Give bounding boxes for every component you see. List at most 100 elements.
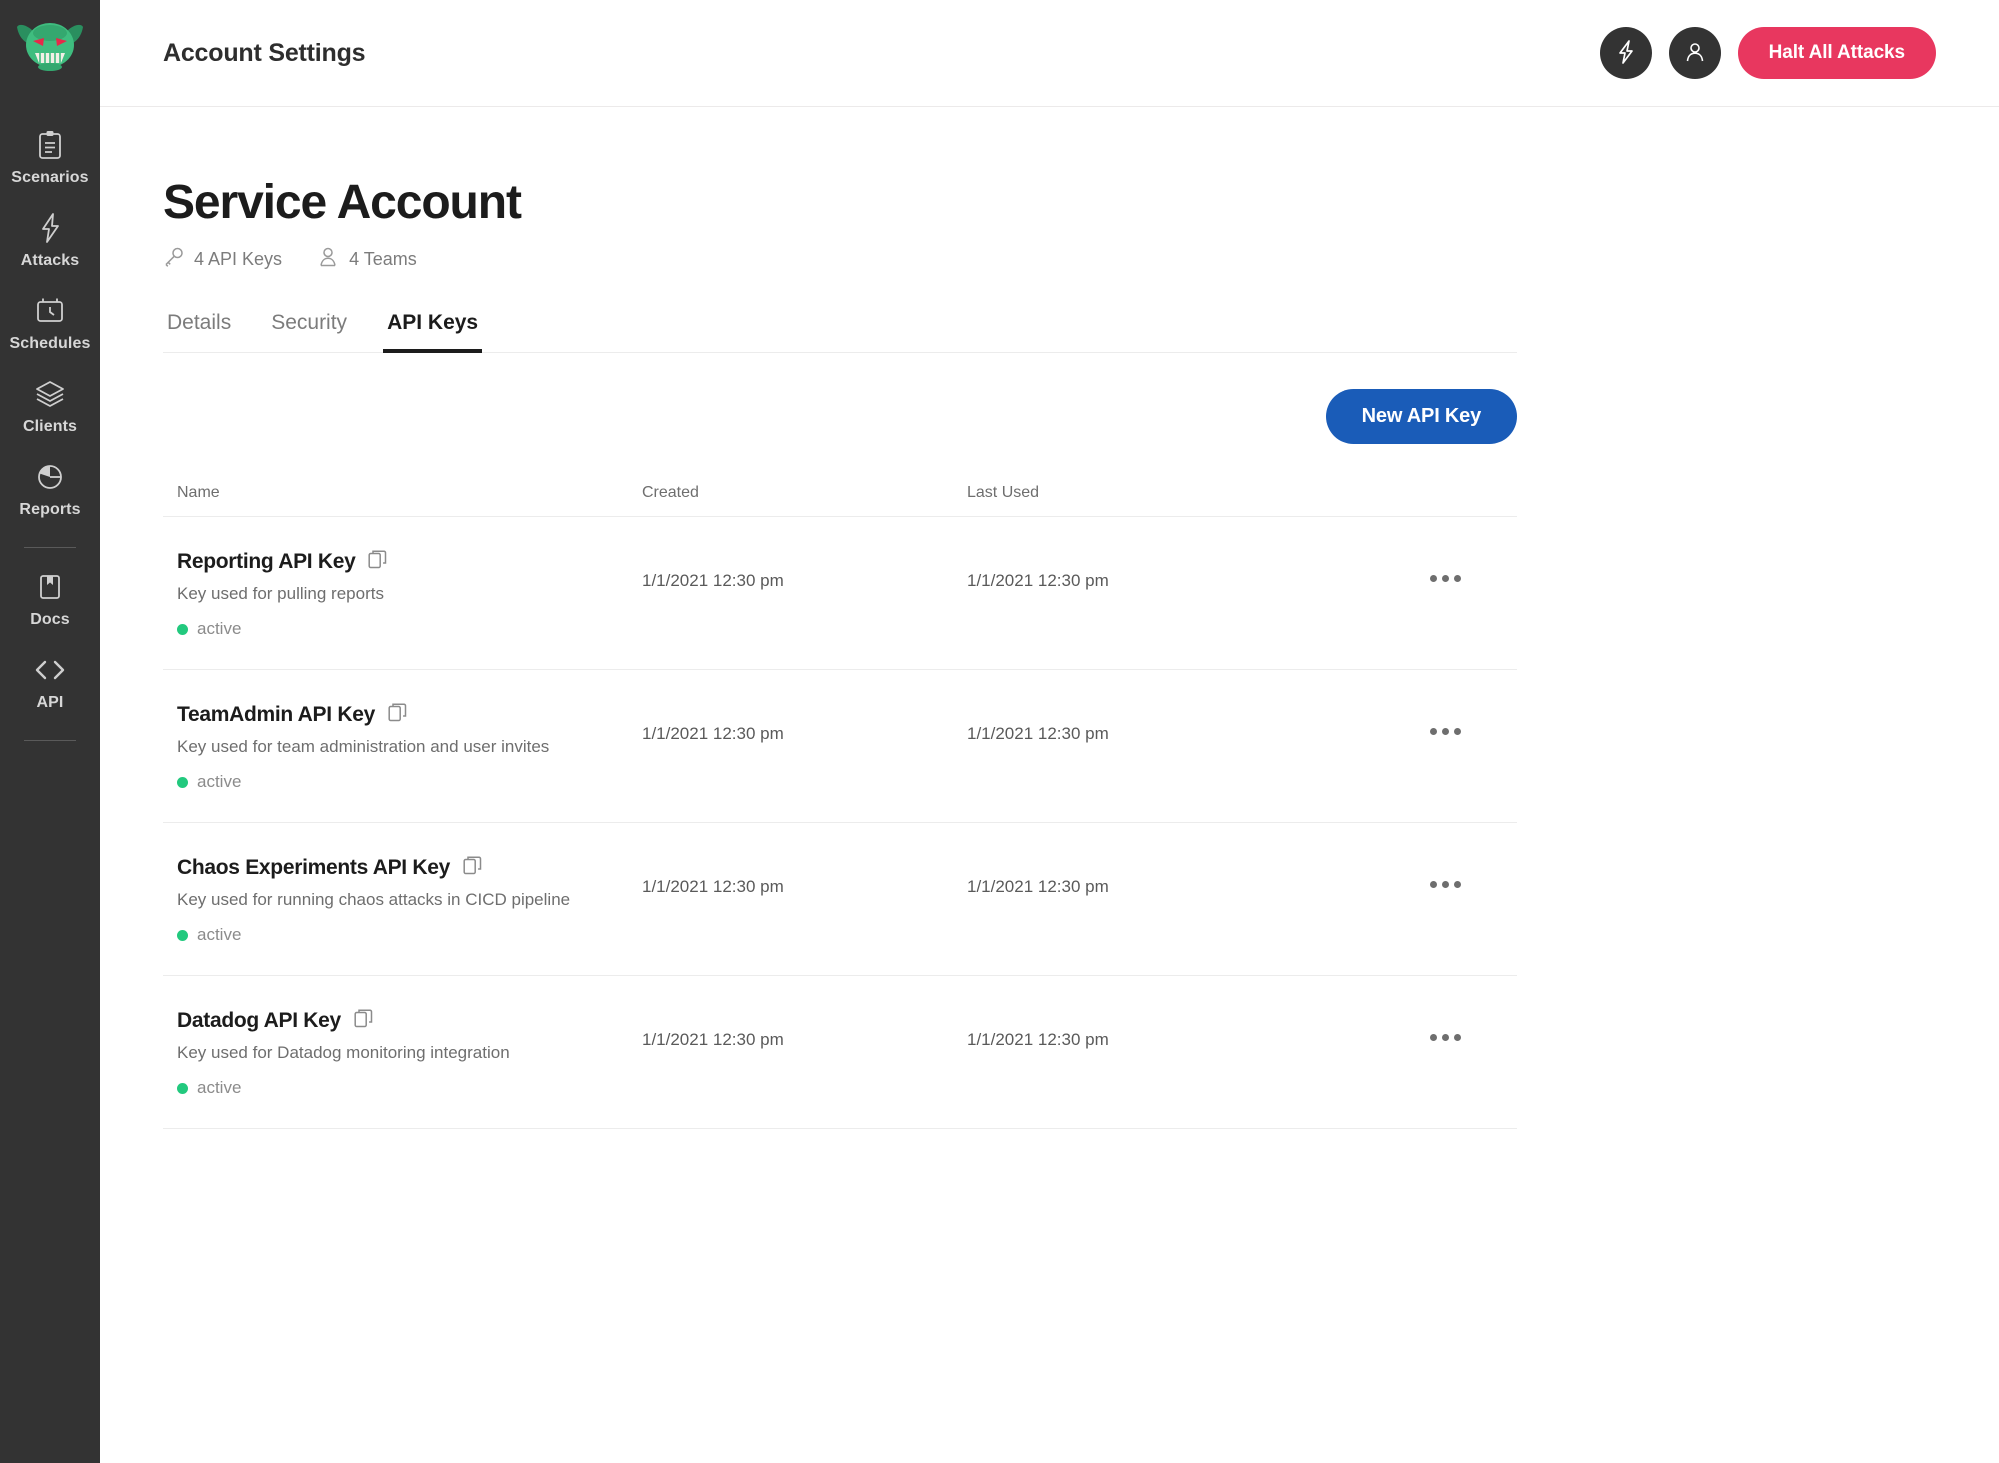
api-key-description: Key used for team administration and use…: [177, 737, 550, 756]
sidebar-item-attacks[interactable]: Attacks: [0, 197, 100, 280]
table-row: Datadog API Key Key used for Datadog mon…: [163, 976, 1517, 1129]
column-header-created: Created: [642, 484, 699, 501]
row-last-used-cell: 1/1/2021 12:30 pm: [967, 1030, 1109, 1049]
key-title-line: Chaos Experiments API Key: [177, 855, 642, 881]
sidebar-item-label: Docs: [30, 611, 70, 628]
user-icon: [1683, 40, 1707, 67]
table-row: Reporting API Key Key used for pulling r…: [163, 517, 1517, 670]
table-header-row: Name Created Last Used: [163, 484, 1517, 517]
goblin-logo[interactable]: [7, 16, 93, 74]
tab-security[interactable]: Security: [267, 311, 351, 353]
sidebar-item-label: Scenarios: [11, 169, 89, 186]
new-api-key-button[interactable]: New API Key: [1325, 389, 1517, 444]
copy-icon[interactable]: [463, 855, 483, 881]
sidebar-item-api[interactable]: API: [0, 639, 100, 722]
page-title: Service Account: [163, 176, 522, 229]
topbar-title: Account Settings: [163, 38, 366, 67]
meta-teams: 4 Teams: [316, 246, 417, 273]
row-actions-cell: [1387, 1008, 1503, 1041]
sidebar-item-label: API: [36, 694, 64, 711]
api-key-description: Key used for pulling reports: [177, 584, 384, 603]
row-name-cell: Chaos Experiments API Key Key used for r…: [177, 855, 642, 945]
copy-icon[interactable]: [388, 702, 408, 728]
status-badge: active: [177, 772, 642, 792]
api-key-name: Reporting API Key: [177, 550, 356, 573]
row-last-used-cell: 1/1/2021 12:30 pm: [967, 724, 1109, 743]
row-actions-cell: [1387, 702, 1503, 735]
column-header-last-used: Last Used: [967, 484, 1040, 501]
sidebar-divider-bottom: [24, 740, 76, 741]
api-key-description: Key used for Datadog monitoring integrat…: [177, 1043, 510, 1062]
sidebar-item-clients[interactable]: Clients: [0, 363, 100, 446]
row-name-cell: Reporting API Key Key used for pulling r…: [177, 549, 642, 639]
topbar-actions: Halt All Attacks: [1599, 27, 1936, 79]
pie-chart-icon: [36, 460, 64, 494]
column-header-name: Name: [177, 484, 220, 501]
key-icon: [163, 246, 185, 273]
copy-icon[interactable]: [368, 549, 388, 575]
status-dot-icon: [177, 776, 188, 788]
row-overflow-menu-icon[interactable]: [1429, 549, 1461, 582]
row-overflow-menu-icon[interactable]: [1429, 1008, 1461, 1041]
page-content: Service Account 4 API Keys 4 Teams Detai…: [100, 107, 1999, 1463]
table-actions: New API Key: [163, 389, 1517, 444]
row-name-cell: Datadog API Key Key used for Datadog mon…: [177, 1008, 642, 1098]
row-created-cell: 1/1/2021 12:30 pm: [642, 571, 784, 590]
tab-bar: Details Security API Keys: [163, 311, 1517, 353]
key-title-line: Datadog API Key: [177, 1008, 642, 1034]
status-label: active: [197, 772, 242, 791]
sidebar-divider: [24, 547, 76, 548]
sidebar-item-reports[interactable]: Reports: [0, 446, 100, 529]
topbar: Account Settings Halt All Attacks: [100, 0, 1999, 107]
status-badge: active: [177, 1078, 642, 1098]
sidebar-item-label: Attacks: [20, 252, 80, 269]
status-dot-icon: [177, 1082, 188, 1094]
table-row: Chaos Experiments API Key Key used for r…: [163, 823, 1517, 976]
api-key-name: Chaos Experiments API Key: [177, 856, 450, 879]
app-root: Scenarios Attacks Schedules Clients Repo…: [0, 0, 1999, 1463]
row-actions-cell: [1387, 549, 1503, 582]
tab-details[interactable]: Details: [163, 311, 235, 353]
status-dot-icon: [177, 929, 188, 941]
api-key-description: Key used for running chaos attacks in CI…: [177, 890, 571, 909]
sidebar-item-schedules[interactable]: Schedules: [0, 280, 100, 363]
row-created-cell: 1/1/2021 12:30 pm: [642, 1030, 784, 1049]
halt-all-attacks-button[interactable]: Halt All Attacks: [1737, 27, 1936, 79]
api-key-name: TeamAdmin API Key: [177, 703, 375, 726]
sidebar-item-label: Clients: [22, 418, 78, 435]
row-overflow-menu-icon[interactable]: [1429, 855, 1461, 888]
meta-api-keys-label: 4 API Keys: [194, 249, 283, 269]
code-brackets-icon: [33, 653, 67, 687]
layers-icon: [35, 377, 65, 411]
key-title-line: TeamAdmin API Key: [177, 702, 642, 728]
status-label: active: [197, 925, 242, 944]
lightning-bolt-icon: [1615, 39, 1637, 68]
attacks-status-button[interactable]: [1599, 27, 1652, 79]
copy-icon[interactable]: [354, 1008, 374, 1034]
row-created-cell: 1/1/2021 12:30 pm: [642, 877, 784, 896]
book-icon: [37, 570, 63, 604]
calendar-clock-icon: [35, 294, 65, 328]
account-button[interactable]: [1668, 27, 1721, 79]
status-badge: active: [177, 619, 642, 639]
lightning-bolt-icon: [37, 211, 63, 245]
status-badge: active: [177, 925, 642, 945]
sidebar-item-label: Reports: [19, 501, 81, 518]
sidebar: Scenarios Attacks Schedules Clients Repo…: [0, 0, 100, 1463]
status-dot-icon: [177, 623, 188, 635]
row-last-used-cell: 1/1/2021 12:30 pm: [967, 571, 1109, 590]
page-meta: 4 API Keys 4 Teams: [163, 246, 1936, 273]
meta-teams-label: 4 Teams: [349, 249, 417, 269]
row-created-cell: 1/1/2021 12:30 pm: [642, 724, 784, 743]
api-key-name: Datadog API Key: [177, 1009, 341, 1032]
api-keys-table: Name Created Last Used Reporting API Key: [163, 484, 1517, 1129]
key-title-line: Reporting API Key: [177, 549, 642, 575]
sidebar-item-scenarios[interactable]: Scenarios: [0, 114, 100, 197]
status-label: active: [197, 1078, 242, 1097]
meta-api-keys: 4 API Keys: [163, 246, 282, 273]
table-row: TeamAdmin API Key Key used for team admi…: [163, 670, 1517, 823]
status-label: active: [197, 619, 242, 638]
tab-api-keys[interactable]: API Keys: [383, 311, 483, 353]
sidebar-item-docs[interactable]: Docs: [0, 556, 100, 639]
row-overflow-menu-icon[interactable]: [1429, 702, 1461, 735]
